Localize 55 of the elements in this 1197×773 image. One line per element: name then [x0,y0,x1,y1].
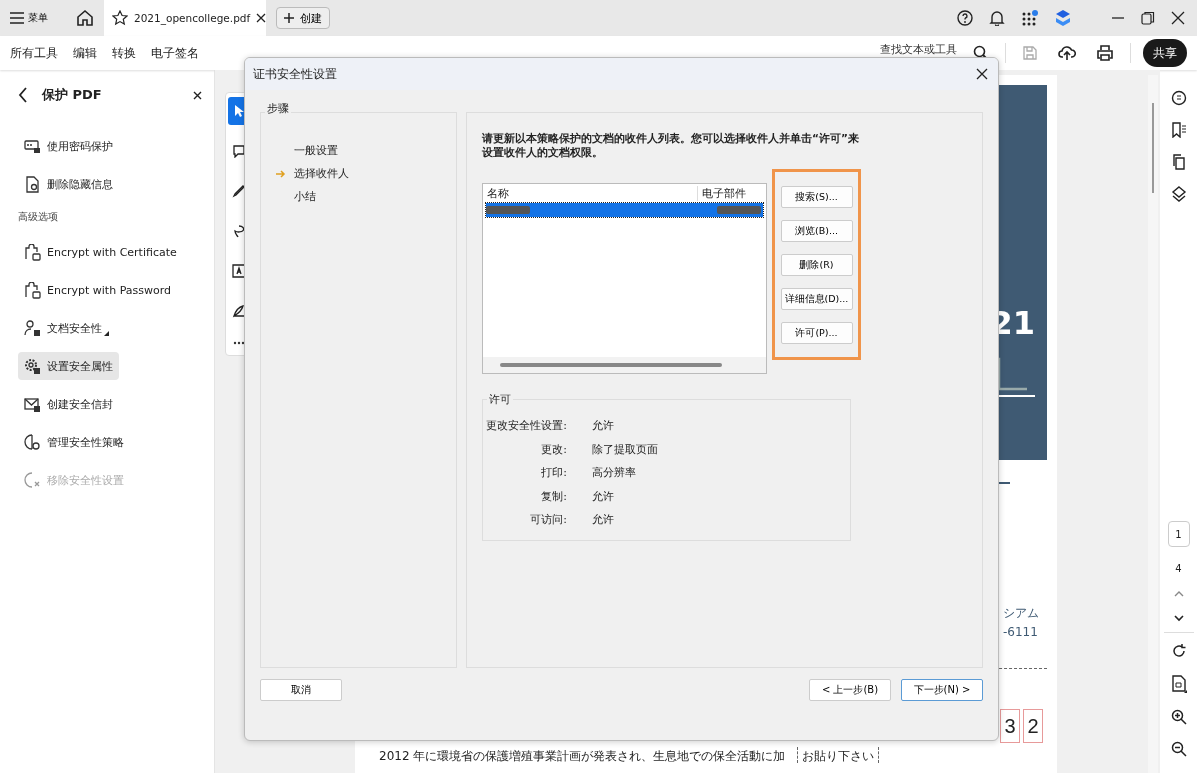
step-label: 一般设置 [294,143,338,158]
stamp-note: お貼り下さい [797,747,880,763]
action-button[interactable]: 搜索(S)... [780,186,853,208]
instruction-text: 请更新以本策略保护的文档的收件人列表。您可以选择收件人并单击“许可”来设置收件人的文档权限。 [482,131,860,159]
contact-text: -6111 [1003,624,1038,641]
dialog-button[interactable]: < 上一步(B) [809,679,891,701]
tool-item[interactable]: 删除隐藏信息 [18,170,119,198]
steps-legend: 步骤 [265,101,291,116]
page-count: 4 [1175,563,1182,574]
panel-title: 保护 PDF [42,86,103,104]
tool-item[interactable]: 使用密码保护 [18,132,119,160]
share-button[interactable]: 共享 [1143,39,1187,67]
permission-value: 除了提取页面 [592,441,658,457]
toolbar-tab[interactable]: 转换 [112,44,136,62]
permission-label: 更改安全性设置: [485,418,567,434]
tool-item[interactable]: Encrypt with Password [18,276,177,304]
section-label: 高级选项 [18,210,59,224]
permission-label: 复制: [540,488,567,504]
toolbar-tab[interactable]: 电子签名 [151,44,199,62]
permission-value: 允许 [592,488,614,504]
contact-text: シアム [1003,605,1039,622]
dialog-button[interactable]: 下一步(N) > [901,679,983,701]
action-button[interactable]: 浏览(B)... [780,220,853,242]
permission-value: 允许 [592,512,614,528]
permission-value: 高分辨率 [592,465,636,481]
action-button[interactable]: 许可(P)... [780,322,853,344]
toolbar-tab[interactable]: 所有工具 [10,44,58,62]
body-text: 2012 年に環境省の保護増殖事業計画が発表され、生息地での保全活動に加 [379,749,786,763]
action-button[interactable]: 详细信息(D)... [780,288,853,310]
tool-item[interactable]: 创建安全信封 [18,390,119,418]
tool-item[interactable]: Encrypt with Certificate [18,238,183,266]
tool-item[interactable]: 文档安全性 [18,314,115,342]
dialog-button[interactable]: 取消 [260,679,342,701]
permission-value: 允许 [592,418,614,434]
step-label: 小结 [294,189,316,204]
tab-title: 2021_opencollege.pdf [134,12,251,24]
permission-label: 更改: [540,441,567,457]
action-button[interactable]: 删除(R) [780,254,853,276]
column-header[interactable]: 名称 [483,185,698,201]
document-tab[interactable]: 2021_opencollege.pdf [104,0,266,36]
digit-box: 2 [1023,709,1043,743]
tool-item[interactable]: 设置安全属性 [18,352,119,380]
find-label[interactable]: 查找文本或工具 [880,36,957,56]
permission-legend: 许可 [487,392,513,407]
permission-label: 可访问: [529,512,567,528]
column-header[interactable]: 电子部件 [698,185,766,201]
step-label: 选择收件人 [294,166,349,181]
tool-item[interactable]: 管理安全性策略 [18,428,130,456]
dialog-title: 证书安全性设置 [253,65,337,83]
menu-button[interactable]: 菜单 [10,11,48,25]
create-button[interactable]: 创建 [276,7,330,29]
toolbar-tab[interactable]: 编辑 [73,44,97,62]
page-number-field[interactable]: 1 [1167,521,1190,547]
permission-label: 打印: [540,465,567,481]
digit-box: 3 [1000,709,1020,743]
